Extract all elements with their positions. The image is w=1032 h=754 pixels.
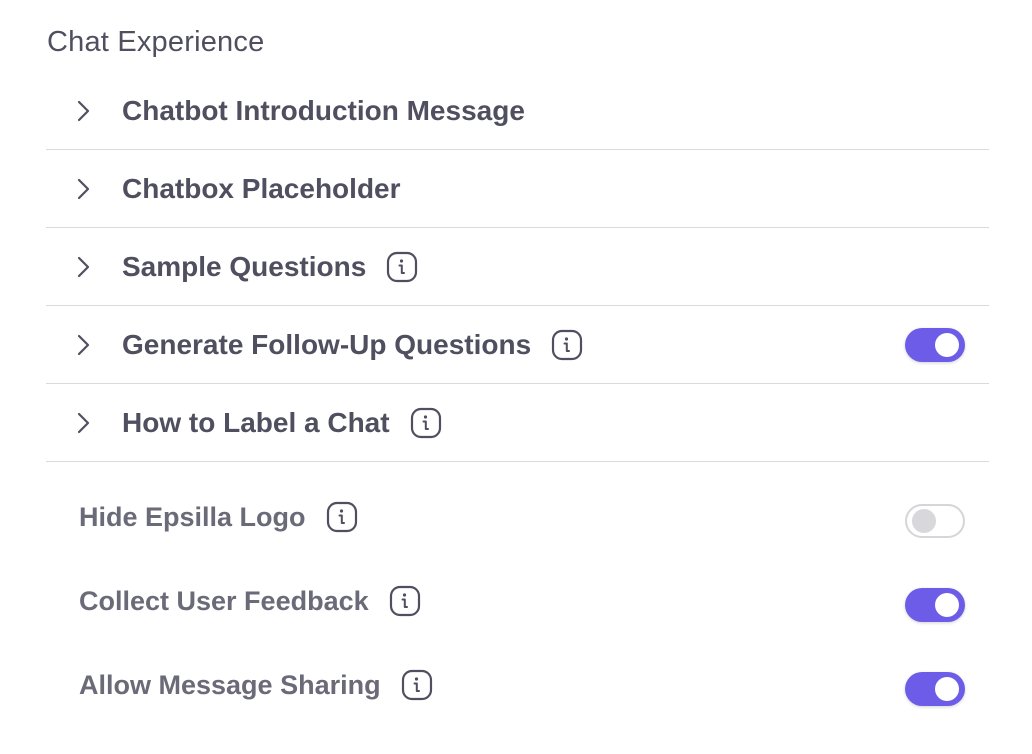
setting-row-allow-message-sharing: Allow Message Sharing — [46, 643, 989, 727]
chevron-right-icon — [77, 100, 90, 121]
setting-label: Hide Epsilla Logo — [79, 501, 306, 532]
setting-label: Allow Message Sharing — [79, 669, 381, 700]
chevron-right-icon — [77, 334, 90, 355]
chevron-right-icon — [77, 256, 90, 277]
chevron-right-icon — [77, 178, 90, 199]
chevron-right-icon — [77, 412, 90, 433]
info-icon[interactable] — [326, 501, 358, 533]
toggle-knob — [935, 677, 959, 701]
allow-message-sharing-toggle[interactable] — [905, 672, 965, 706]
generate-follow-up-questions-toggle[interactable] — [905, 327, 965, 362]
accordion-item-label: Chatbot Introduction Message — [122, 94, 525, 126]
accordion-item-label: Chatbox Placeholder — [122, 172, 401, 204]
info-icon[interactable] — [389, 585, 421, 617]
accordion-item-chatbox-placeholder[interactable]: Chatbox Placeholder — [46, 150, 989, 228]
collect-user-feedback-toggle[interactable] — [905, 588, 965, 622]
accordion-item-label: Generate Follow-Up Questions — [122, 328, 532, 360]
info-icon[interactable] — [551, 329, 583, 361]
hide-epsilla-logo-toggle[interactable] — [905, 504, 965, 538]
toggle-knob — [935, 332, 959, 357]
accordion-list: Chatbot Introduction Message Chatbox Pla… — [46, 72, 989, 462]
settings-list: Hide Epsilla Logo Collect User Feedback … — [46, 475, 989, 727]
accordion-item-sample-questions[interactable]: Sample Questions — [46, 228, 989, 306]
setting-row-hide-epsilla-logo: Hide Epsilla Logo — [46, 475, 989, 559]
accordion-item-how-to-label-a-chat[interactable]: How to Label a Chat — [46, 384, 989, 462]
info-icon[interactable] — [401, 669, 433, 701]
chat-experience-panel: Chat Experience Chatbot Introduction Mes… — [0, 0, 1032, 754]
toggle-knob — [912, 509, 936, 533]
accordion-item-generate-follow-up-questions[interactable]: Generate Follow-Up Questions — [46, 306, 989, 384]
accordion-item-label: Sample Questions — [122, 250, 367, 282]
accordion-item-label: How to Label a Chat — [122, 406, 390, 438]
accordion-item-chatbot-introduction-message[interactable]: Chatbot Introduction Message — [46, 72, 989, 150]
toggle-knob — [935, 593, 959, 617]
setting-row-collect-user-feedback: Collect User Feedback — [46, 559, 989, 643]
setting-label: Collect User Feedback — [79, 585, 369, 616]
info-icon[interactable] — [410, 407, 442, 439]
info-icon[interactable] — [386, 251, 418, 283]
section-title: Chat Experience — [47, 26, 265, 58]
